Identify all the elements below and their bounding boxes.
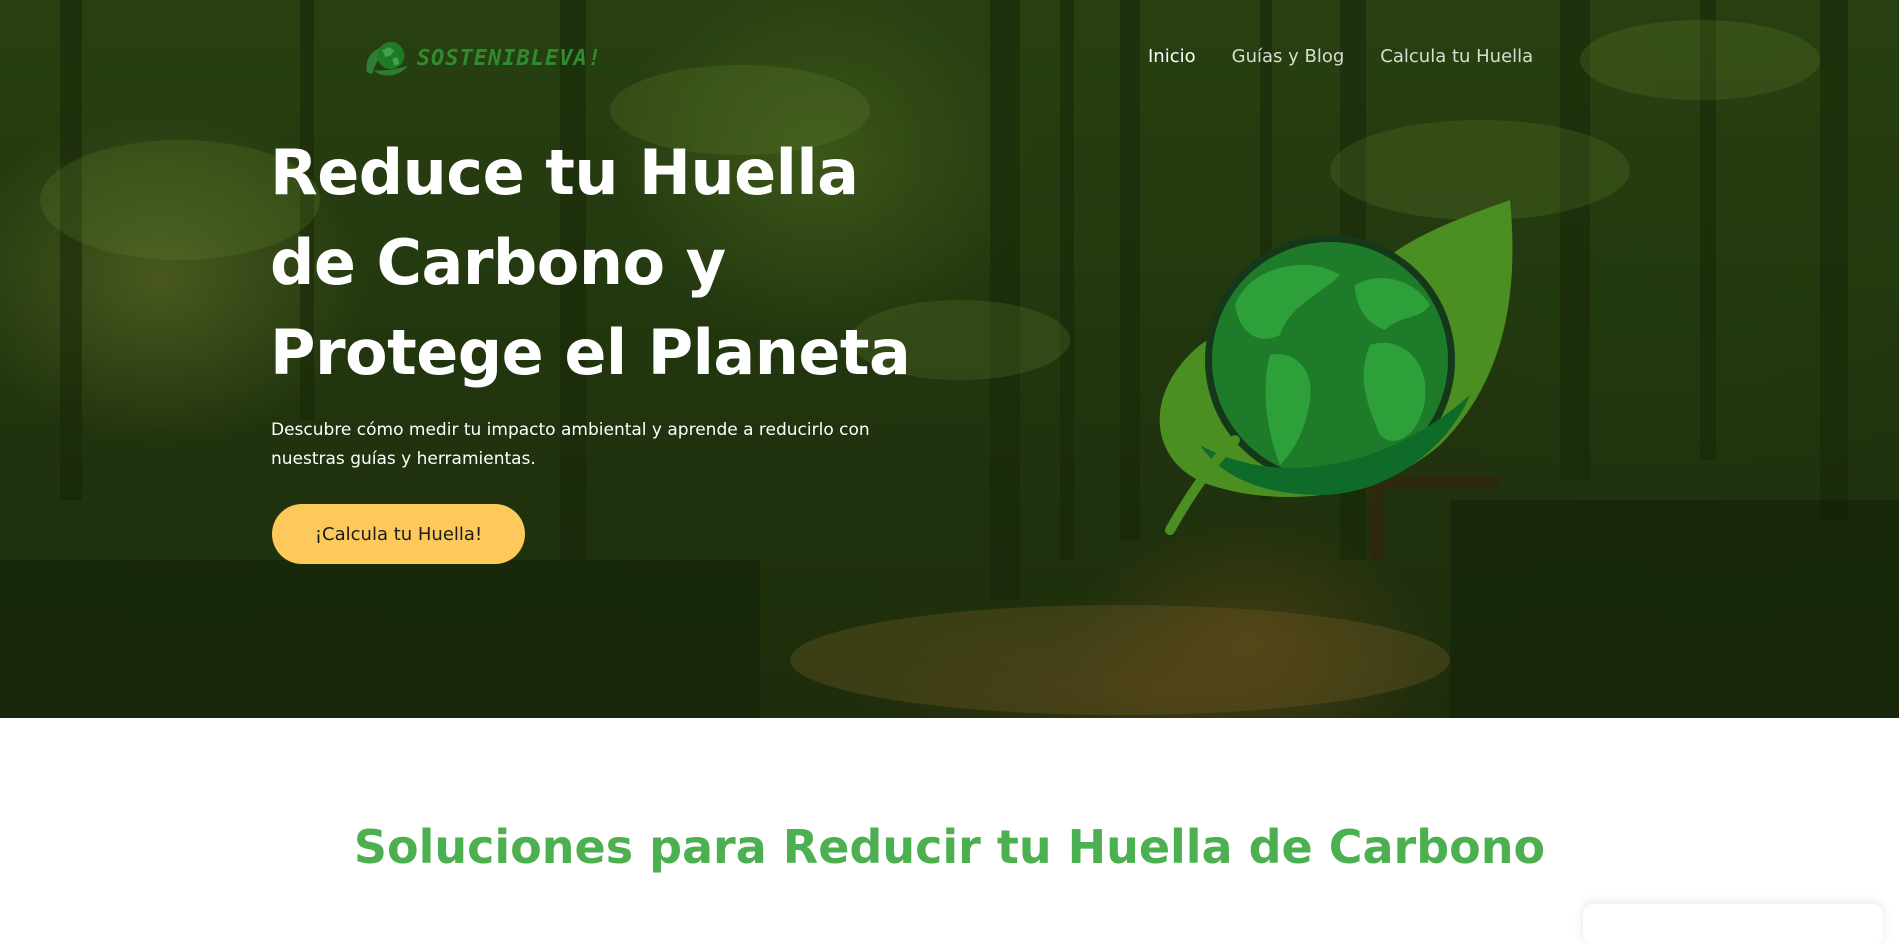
hero-subtitle-line-2: nuestras guías y herramientas. <box>271 449 536 469</box>
solution-card <box>1583 904 1883 944</box>
hero-title-line-3: Protege el Planeta <box>270 316 911 389</box>
main-nav: Inicio Guías y Blog Calcula tu Huella <box>1148 46 1533 67</box>
hero-title-line-1: Reduce tu Huella <box>270 136 859 209</box>
logo-text: SOSTENIBLEVA! <box>416 45 602 71</box>
nav-guias-blog[interactable]: Guías y Blog <box>1232 46 1345 67</box>
hero-subtitle: Descubre cómo medir tu impacto ambiental… <box>271 416 911 474</box>
hero-title-line-2: de Carbono y <box>270 226 726 299</box>
nav-inicio[interactable]: Inicio <box>1148 46 1196 67</box>
globe-leaf-icon <box>366 41 408 76</box>
logo[interactable]: SOSTENIBLEVA! <box>362 30 602 86</box>
calculate-footprint-button[interactable]: ¡Calcula tu Huella! <box>272 504 525 564</box>
hero-subtitle-line-1: Descubre cómo medir tu impacto ambiental… <box>271 420 870 440</box>
section-title: Soluciones para Reducir tu Huella de Car… <box>353 820 1546 874</box>
globe-leaf-icon <box>1159 200 1513 535</box>
nav-calcula-huella[interactable]: Calcula tu Huella <box>1380 46 1533 67</box>
hero-title: Reduce tu Huella de Carbono y Protege el… <box>270 128 990 398</box>
